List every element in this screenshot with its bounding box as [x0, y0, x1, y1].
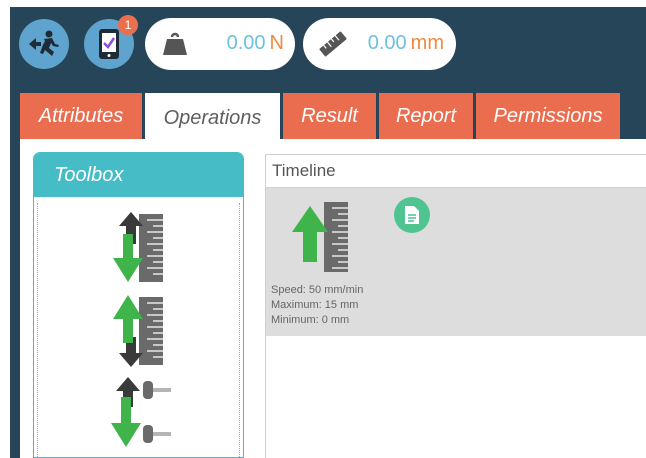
tab-operations[interactable]: Operations — [145, 93, 280, 143]
tab-attributes[interactable]: Attributes — [20, 93, 142, 139]
tab-permissions[interactable]: Permissions — [476, 93, 620, 139]
app-frame: 1 0.00 N 0.00 mm Attributes Operations R… — [10, 7, 646, 458]
ruler-icon — [319, 31, 347, 57]
move-up-ruler-icon — [292, 202, 348, 272]
timeline-panel: Timeline Speed: 50 mm/min Maximum: 15 mm… — [265, 154, 646, 458]
distance-readout: 0.00 mm — [303, 18, 456, 70]
toolbox-panel: Toolbox — [33, 152, 244, 458]
force-readout: 0.00 N — [145, 18, 295, 70]
tab-report[interactable]: Report — [379, 93, 473, 139]
move-down-up-ruler-icon[interactable] — [103, 295, 173, 367]
exit-button[interactable] — [19, 19, 69, 69]
toolbox-title: Toolbox — [34, 153, 243, 197]
step-maximum: Maximum: 15 mm — [271, 299, 359, 311]
move-gauge-icon[interactable] — [103, 377, 173, 449]
distance-unit: mm — [410, 32, 444, 54]
toolbox-list — [37, 203, 240, 458]
step-report-button[interactable] — [394, 197, 430, 233]
operations-panel: Toolbox Timeline Speed: 50 mm/min Maximu… — [20, 139, 646, 458]
move-up-down-ruler-icon[interactable] — [103, 212, 173, 284]
distance-value: 0.00 — [367, 32, 407, 54]
top-toolbar: 1 0.00 N 0.00 mm — [10, 7, 646, 85]
notification-badge: 1 — [118, 15, 138, 35]
timeline-title: Timeline — [266, 154, 646, 188]
weight-icon — [163, 32, 187, 55]
step-speed: Speed: 50 mm/min — [271, 284, 364, 296]
step-parameters: Speed: 50 mm/min Maximum: 15 mm Minimum:… — [271, 283, 363, 328]
force-unit: N — [269, 32, 284, 54]
timeline-step[interactable]: Speed: 50 mm/min Maximum: 15 mm Minimum:… — [266, 188, 646, 336]
tab-result[interactable]: Result — [283, 93, 376, 139]
step-minimum: Minimum: 0 mm — [271, 314, 350, 326]
approval-tablet-button[interactable]: 1 — [84, 15, 138, 69]
tablet-check-icon — [99, 29, 119, 59]
force-value: 0.00 — [226, 32, 266, 54]
document-icon — [405, 206, 419, 224]
running-man-exit-icon — [29, 30, 59, 56]
